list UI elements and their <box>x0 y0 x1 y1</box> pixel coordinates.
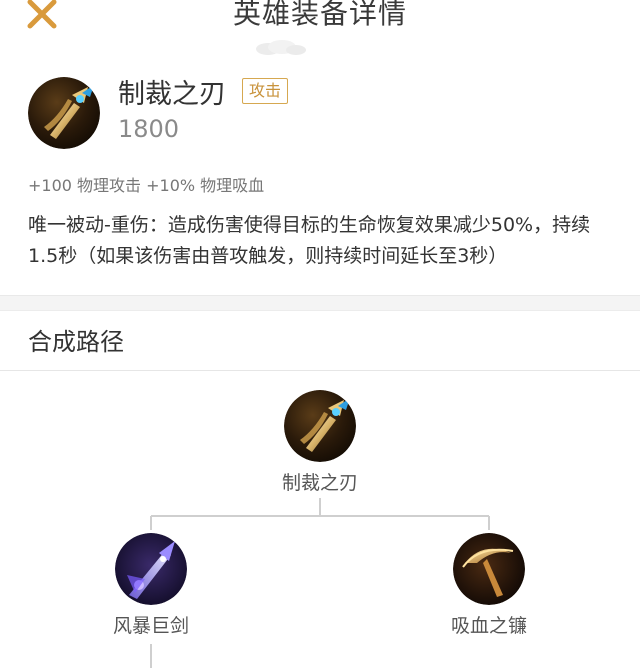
recipe-component-label-1: 风暴巨剑 <box>112 615 189 637</box>
recipe-root-sword-icon[interactable] <box>284 390 356 462</box>
cloud-decoration <box>256 40 306 55</box>
recipe-section-title: 合成路径 <box>28 328 124 356</box>
sickle-icon[interactable] <box>453 533 525 605</box>
item-name: 制裁之刃 <box>118 79 226 110</box>
item-category-tag: 攻击 <box>242 78 289 104</box>
storm-sword-icon[interactable] <box>115 533 187 605</box>
page-title: 英雄装备详情 <box>232 0 407 30</box>
recipe-component-label-2: 吸血之镰 <box>450 615 527 637</box>
item-price: 1800 <box>118 115 180 143</box>
item-stats: +100 物理攻击 +10% 物理吸血 <box>28 176 265 195</box>
recipe-root-label: 制裁之刃 <box>281 472 358 494</box>
sword-icon <box>28 77 100 149</box>
item-description: 唯一被动-重伤：造成伤害使得目标的生命恢复效果减少50%，持续1.5秒（如果该伤… <box>28 214 591 267</box>
header: 英雄装备详情 <box>0 0 640 36</box>
section-divider <box>0 295 640 311</box>
